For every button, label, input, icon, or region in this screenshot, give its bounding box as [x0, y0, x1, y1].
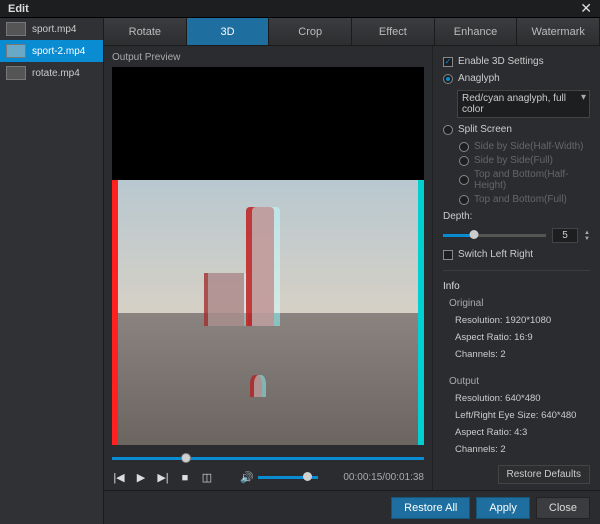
settings-panel: Enable 3D Settings Anaglyph Red/cyan ana…	[432, 46, 600, 490]
switch-lr-checkbox[interactable]	[443, 250, 453, 260]
split-opt-label: Side by Side(Full)	[474, 155, 553, 166]
info-original-channels: Channels: 2	[455, 349, 590, 360]
info-output-eye: Left/Right Eye Size: 640*480	[455, 410, 590, 421]
depth-value[interactable]: 5	[552, 228, 578, 243]
split-opt-label: Top and Bottom(Full)	[474, 194, 567, 205]
preview-panel: Output Preview	[104, 46, 432, 490]
split-opt-radio	[459, 142, 469, 152]
seek-thumb[interactable]	[181, 453, 191, 463]
file-thumb-icon	[6, 22, 26, 36]
file-name: sport.mp4	[32, 24, 76, 35]
prev-icon[interactable]: |◀	[112, 471, 126, 484]
enable-3d-label: Enable 3D Settings	[458, 56, 544, 67]
tab-effect[interactable]: Effect	[352, 18, 435, 45]
restore-defaults-button[interactable]: Restore Defaults	[498, 465, 590, 484]
video-preview[interactable]	[112, 67, 424, 445]
info-output-res: Resolution: 640*480	[455, 393, 590, 404]
anaglyph-option: Red/cyan anaglyph, full color	[462, 93, 566, 115]
file-thumb-icon	[6, 44, 26, 58]
info-heading: Info	[443, 281, 590, 292]
volume-slider[interactable]	[258, 476, 318, 479]
split-opt-radio	[459, 156, 469, 166]
file-item[interactable]: sport.mp4	[0, 18, 103, 40]
depth-down-icon[interactable]: ▼	[584, 236, 590, 242]
tab-enhance[interactable]: Enhance	[435, 18, 518, 45]
footer: Restore All Apply Close	[104, 490, 600, 524]
enable-3d-checkbox[interactable]	[443, 57, 453, 67]
depth-slider[interactable]	[443, 234, 546, 237]
file-sidebar: sport.mp4 sport-2.mp4 rotate.mp4	[0, 18, 104, 524]
split-opt-radio	[459, 195, 469, 205]
anaglyph-radio[interactable]	[443, 74, 453, 84]
split-opt-label: Side by Side(Half-Width)	[474, 141, 583, 152]
splitscreen-label: Split Screen	[458, 124, 512, 135]
window-title: Edit	[8, 3, 29, 15]
stop-icon[interactable]: ■	[178, 472, 192, 484]
tab-bar: Rotate 3D Crop Effect Enhance Watermark	[104, 18, 600, 46]
switch-lr-label: Switch Left Right	[458, 249, 533, 260]
next-icon[interactable]: ▶|	[156, 471, 170, 484]
volume-icon[interactable]: 🔊	[240, 471, 254, 484]
info-output-channels: Channels: 2	[455, 444, 590, 455]
info-original-aspect: Aspect Ratio: 16:9	[455, 332, 590, 343]
preview-label: Output Preview	[112, 52, 424, 63]
snapshot-icon[interactable]: ◫	[200, 471, 214, 484]
file-name: rotate.mp4	[32, 68, 80, 79]
info-original-label: Original	[449, 298, 590, 309]
tab-watermark[interactable]: Watermark	[517, 18, 600, 45]
info-output-label: Output	[449, 376, 590, 387]
depth-label: Depth:	[443, 211, 590, 222]
anaglyph-label: Anaglyph	[458, 73, 500, 84]
file-item[interactable]: sport-2.mp4	[0, 40, 103, 62]
close-button[interactable]: Close	[536, 497, 590, 519]
file-name: sport-2.mp4	[32, 46, 85, 57]
tab-3d[interactable]: 3D	[187, 18, 270, 45]
seek-bar[interactable]	[112, 451, 424, 465]
info-original-res: Resolution: 1920*1080	[455, 315, 590, 326]
split-opt-radio	[459, 175, 469, 185]
play-icon[interactable]: ▶	[134, 471, 148, 484]
titlebar: Edit ✕	[0, 0, 600, 18]
tab-rotate[interactable]: Rotate	[104, 18, 187, 45]
close-icon[interactable]: ✕	[580, 0, 592, 17]
splitscreen-radio[interactable]	[443, 125, 453, 135]
info-output-aspect: Aspect Ratio: 4:3	[455, 427, 590, 438]
edit-window: Edit ✕ sport.mp4 sport-2.mp4 rotate.mp4 …	[0, 0, 600, 504]
restore-all-button[interactable]: Restore All	[391, 497, 470, 519]
file-item[interactable]: rotate.mp4	[0, 62, 103, 84]
time-display: 00:00:15/00:01:38	[343, 472, 424, 483]
split-opt-label: Top and Bottom(Half-Height)	[474, 169, 590, 191]
anaglyph-select[interactable]: Red/cyan anaglyph, full color	[457, 90, 590, 118]
file-thumb-icon	[6, 66, 26, 80]
tab-crop[interactable]: Crop	[269, 18, 352, 45]
apply-button[interactable]: Apply	[476, 497, 530, 519]
